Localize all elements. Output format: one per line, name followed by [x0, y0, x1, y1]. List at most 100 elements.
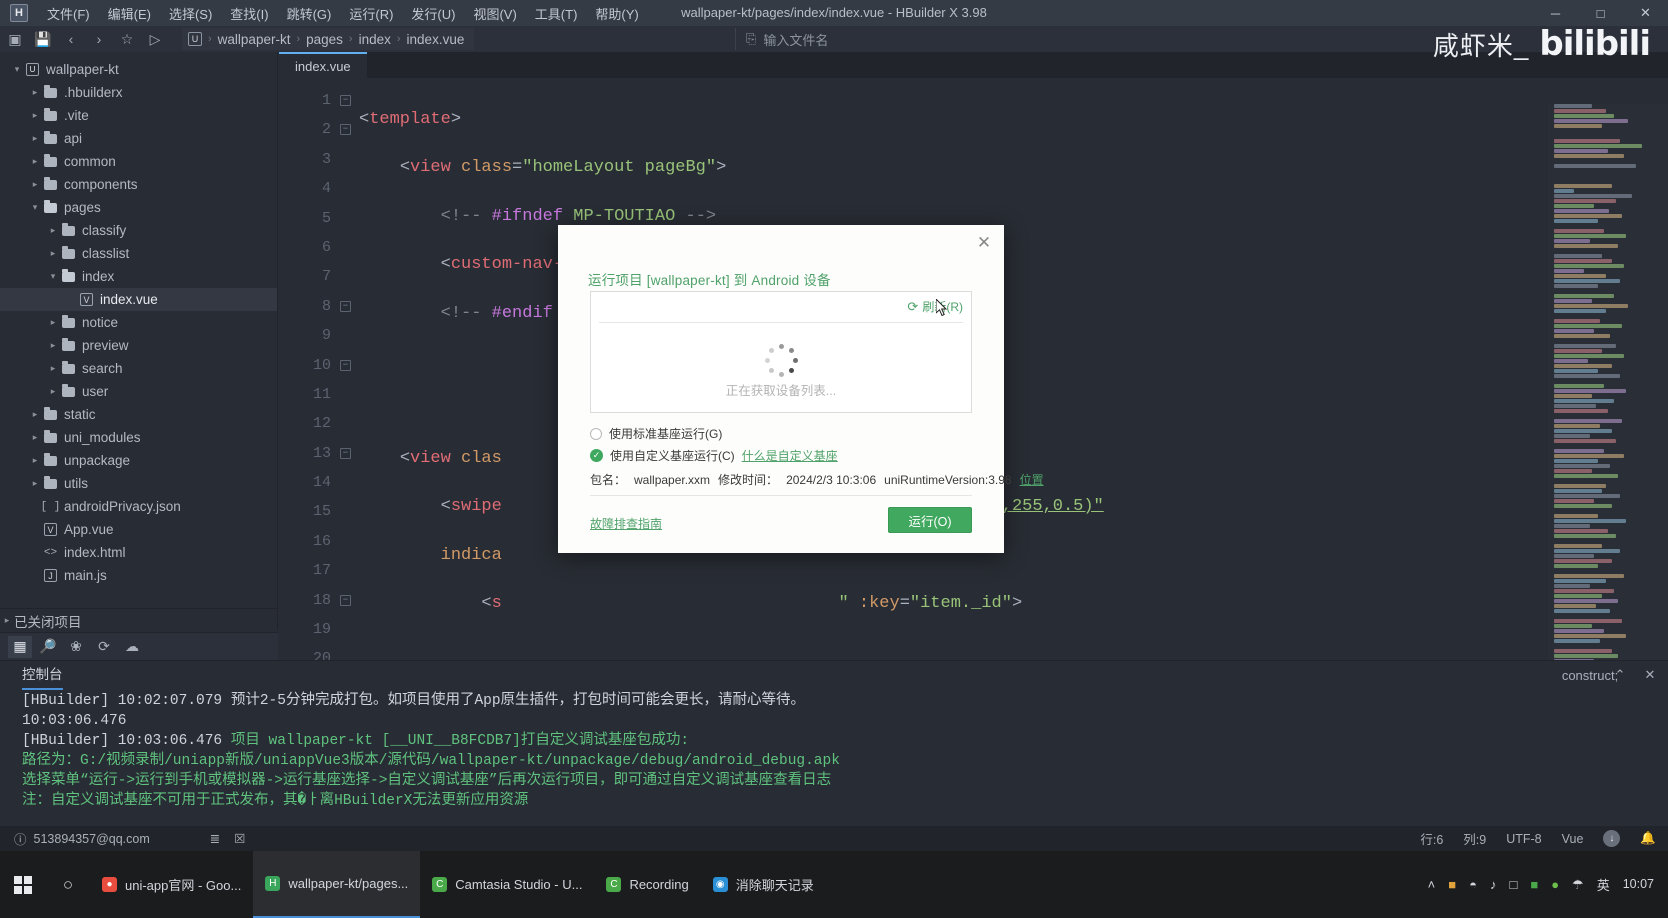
menu-select[interactable]: 选择(S)	[160, 1, 221, 26]
troubleshoot-link[interactable]: 故障排查指南	[590, 515, 662, 532]
explorer-icon[interactable]: ▦	[8, 635, 32, 658]
tree-item-utils[interactable]: ▸ utils	[0, 472, 277, 495]
custom-base-help-link[interactable]: 什么是自定义基座	[742, 447, 838, 464]
tree-item-static[interactable]: ▸ static	[0, 403, 277, 426]
fold-toggle-icon[interactable]: −	[340, 447, 351, 459]
breadcrumb-item-0[interactable]: wallpaper-kt	[218, 32, 291, 47]
tray-updater-icon[interactable]: ●	[1551, 877, 1559, 892]
cursor-row[interactable]: 行:6	[1420, 829, 1443, 848]
chevron-right-icon[interactable]: ▸	[28, 179, 42, 190]
new-file-icon[interactable]: ▣	[2, 28, 28, 50]
account-info[interactable]: ⓘ 513894357@qq.com	[14, 829, 150, 848]
dialog-close-icon[interactable]: ✕	[974, 233, 994, 253]
download-icon[interactable]: ↓	[1603, 830, 1621, 847]
menu-run[interactable]: 运行(R)	[340, 1, 402, 26]
start-button[interactable]	[0, 875, 46, 894]
menu-edit[interactable]: 编辑(E)	[99, 1, 160, 26]
menu-view[interactable]: 视图(V)	[464, 1, 525, 26]
tree-item-main-js[interactable]: Jmain.js	[0, 564, 277, 587]
console-tab[interactable]: 控制台	[22, 663, 63, 690]
cloud-icon[interactable]: ☁	[120, 636, 144, 658]
tree-item-wallpaper-kt[interactable]: ▾ Uwallpaper-kt	[0, 58, 277, 81]
tree-item-classlist[interactable]: ▸ classlist	[0, 242, 277, 265]
closed-projects-row[interactable]: ▸ 已关闭项目	[0, 608, 278, 632]
refresh-devices-button[interactable]: ⟳ 刷新(R)	[907, 298, 963, 315]
maximize-button[interactable]: □	[1578, 0, 1623, 26]
menu-goto[interactable]: 跳转(G)	[278, 1, 341, 26]
code-minimap[interactable]	[1548, 104, 1668, 660]
menu-tools[interactable]: 工具(T)	[526, 1, 587, 26]
chevron-right-icon[interactable]: ▸	[28, 110, 42, 121]
fold-toggle-icon[interactable]: −	[340, 594, 351, 606]
chevron-right-icon[interactable]: ▸	[28, 156, 42, 167]
tree-item-uni-modules[interactable]: ▸ uni_modules	[0, 426, 277, 449]
tray-green-icon[interactable]: ■	[1530, 877, 1538, 892]
debug-icon[interactable]: ❀	[64, 636, 88, 658]
chevron-right-icon[interactable]: ▸	[46, 363, 60, 374]
console-split-icon[interactable]: construct;	[1562, 665, 1618, 685]
tree-item-user[interactable]: ▸ user	[0, 380, 277, 403]
chevron-down-icon[interactable]: ▾	[46, 271, 60, 282]
taskbar-clock[interactable]: 10:07	[1623, 877, 1654, 892]
tray-cloud-icon[interactable]: ☂	[1572, 877, 1584, 893]
tree-item--hbuilderx[interactable]: ▸ .hbuilderx	[0, 81, 277, 104]
tree-item-common[interactable]: ▸ common	[0, 150, 277, 173]
editor-tab-index-vue[interactable]: index.vue	[279, 52, 367, 78]
chevron-right-icon[interactable]: ▸	[46, 248, 60, 259]
tree-item-pages[interactable]: ▾ pages	[0, 196, 277, 219]
status-box-icon[interactable]: ☒	[234, 831, 245, 846]
status-list-icon[interactable]: ≣	[210, 831, 220, 846]
option-standard-base[interactable]: 使用标准基座运行(G)	[590, 425, 722, 442]
cursor-col[interactable]: 列:9	[1463, 829, 1486, 848]
package-location-link[interactable]: 位置	[1020, 471, 1044, 488]
chevron-right-icon[interactable]: ▸	[28, 432, 42, 443]
chevron-right-icon[interactable]: ▸	[46, 386, 60, 397]
tree-item-components[interactable]: ▸ components	[0, 173, 277, 196]
notification-bell-icon[interactable]: 🔔	[1640, 831, 1656, 846]
taskbar-app-3[interactable]: C Recording	[594, 851, 700, 918]
breadcrumb-item-2[interactable]: index	[359, 32, 391, 47]
tree-item-notice[interactable]: ▸ notice	[0, 311, 277, 334]
tray-network-icon[interactable]: □	[1509, 877, 1517, 892]
chevron-right-icon[interactable]: ▸	[28, 455, 42, 466]
tree-item-androidprivacy-json[interactable]: [ ] androidPrivacy.json	[0, 495, 277, 518]
fold-toggle-icon[interactable]: −	[340, 359, 351, 371]
file-encoding[interactable]: UTF-8	[1506, 832, 1541, 846]
tree-item-unpackage[interactable]: ▸ unpackage	[0, 449, 277, 472]
option-custom-base[interactable]: ✓ 使用自定义基座运行(C) 什么是自定义基座	[590, 447, 838, 464]
bookmark-icon[interactable]: ☆	[114, 28, 140, 50]
refresh-icon[interactable]: ⟳	[92, 636, 116, 658]
close-button[interactable]: ✕	[1623, 0, 1668, 26]
console-output[interactable]: [HBuilder] 10:02:07.079 预计2-5分钟完成打包。如项目使…	[0, 691, 1668, 826]
save-icon[interactable]: 💾	[30, 28, 56, 50]
filename-search[interactable]: ⎘ 输入文件名	[735, 28, 828, 50]
fold-toggle-icon[interactable]: −	[340, 300, 351, 312]
chevron-down-icon[interactable]: ▾	[28, 202, 42, 213]
tree-item-classify[interactable]: ▸ classify	[0, 219, 277, 242]
chevron-right-icon[interactable]: ▸	[46, 225, 60, 236]
tray-screenshot-icon[interactable]: ◓	[1469, 877, 1477, 892]
chevron-right-icon[interactable]: ▸	[46, 340, 60, 351]
menu-find[interactable]: 查找(I)	[221, 1, 277, 26]
menu-file[interactable]: 文件(F)	[38, 1, 99, 26]
console-close-icon[interactable]: ✕	[1640, 665, 1660, 685]
tree-item-index-vue[interactable]: Vindex.vue	[0, 288, 277, 311]
tree-item-preview[interactable]: ▸ preview	[0, 334, 277, 357]
tray-volume-icon[interactable]: ♪	[1490, 877, 1497, 892]
taskbar-app-2[interactable]: C Camtasia Studio - U...	[420, 851, 594, 918]
search-icon[interactable]: 🔎	[36, 636, 60, 658]
back-icon[interactable]: ‹	[58, 28, 84, 50]
tree-item--vite[interactable]: ▸ .vite	[0, 104, 277, 127]
tree-item-index[interactable]: ▾ index	[0, 265, 277, 288]
fold-toggle-icon[interactable]: −	[340, 124, 351, 136]
menu-help[interactable]: 帮助(Y)	[586, 1, 647, 26]
forward-icon[interactable]: ›	[86, 28, 112, 50]
console-collapse-icon[interactable]: ⌃	[1610, 665, 1630, 685]
tray-ime-icon[interactable]: 英	[1597, 875, 1610, 894]
taskbar-search-icon[interactable]: ○	[46, 875, 90, 895]
tree-item-api[interactable]: ▸ api	[0, 127, 277, 150]
chevron-right-icon[interactable]: ▸	[28, 133, 42, 144]
chevron-down-icon[interactable]: ▾	[10, 64, 24, 75]
menu-publish[interactable]: 发行(U)	[402, 1, 464, 26]
taskbar-app-0[interactable]: ● uni-app官网 - Goo...	[90, 851, 253, 918]
